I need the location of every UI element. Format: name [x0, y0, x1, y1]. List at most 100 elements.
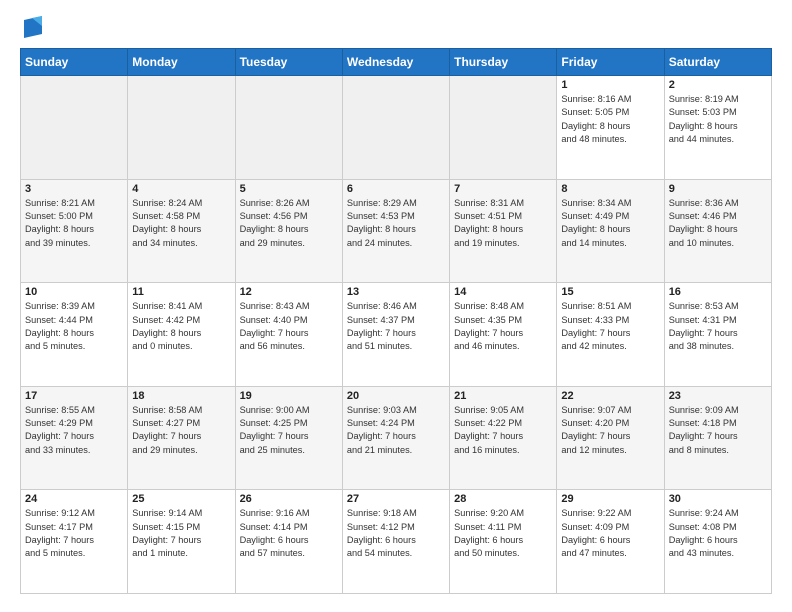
day-number: 19 — [240, 390, 338, 402]
calendar-cell: 6 Sunrise: 8:29 AMSunset: 4:53 PMDaylight… — [342, 179, 449, 283]
day-number: 26 — [240, 493, 338, 505]
calendar-header-row: SundayMondayTuesdayWednesdayThursdayFrid… — [21, 49, 772, 76]
day-number: 22 — [561, 390, 659, 402]
day-number: 17 — [25, 390, 123, 402]
day-number: 9 — [669, 183, 767, 195]
calendar-cell: 5 Sunrise: 8:26 AMSunset: 4:56 PMDaylight… — [235, 179, 342, 283]
col-header-monday: Monday — [128, 49, 235, 76]
day-info: Sunrise: 9:16 AMSunset: 4:14 PMDaylight:… — [240, 507, 338, 560]
day-info: Sunrise: 9:00 AMSunset: 4:25 PMDaylight:… — [240, 404, 338, 457]
calendar-cell: 29Sunrise: 9:22 AMSunset: 4:09 PMDayligh… — [557, 490, 664, 594]
day-number: 29 — [561, 493, 659, 505]
calendar-cell: 10 Sunrise: 8:39 AMSunset: 4:44 PMDayligh… — [21, 283, 128, 387]
page: SundayMondayTuesdayWednesdayThursdayFrid… — [0, 0, 792, 612]
col-header-wednesday: Wednesday — [342, 49, 449, 76]
day-info: Sunrise: 9:12 AMSunset: 4:17 PMDaylight:… — [25, 507, 123, 560]
calendar-cell: 22 Sunrise: 9:07 AMSunset: 4:20 PMDayligh… — [557, 386, 664, 490]
day-info: Sunrise: 8:19 AMSunset: 5:03 PMDaylight:… — [669, 93, 767, 146]
day-info: Sunrise: 8:31 AMSunset: 4:51 PMDaylight:… — [454, 197, 552, 250]
day-number: 11 — [132, 286, 230, 298]
day-number: 24 — [25, 493, 123, 505]
day-info: Sunrise: 8:34 AMSunset: 4:49 PMDaylight:… — [561, 197, 659, 250]
day-info: Sunrise: 8:51 AMSunset: 4:33 PMDaylight:… — [561, 300, 659, 353]
calendar-cell: 16 Sunrise: 8:53 AMSunset: 4:31 PMDayligh… — [664, 283, 771, 387]
day-info: Sunrise: 8:53 AMSunset: 4:31 PMDaylight:… — [669, 300, 767, 353]
week-row-4: 17 Sunrise: 8:55 AMSunset: 4:29 PMDayligh… — [21, 386, 772, 490]
day-info: Sunrise: 9:03 AMSunset: 4:24 PMDaylight:… — [347, 404, 445, 457]
calendar-cell: 18Sunrise: 8:58 AMSunset: 4:27 PMDayligh… — [128, 386, 235, 490]
day-number: 2 — [669, 79, 767, 91]
col-header-saturday: Saturday — [664, 49, 771, 76]
day-info: Sunrise: 8:48 AMSunset: 4:35 PMDaylight:… — [454, 300, 552, 353]
day-number: 1 — [561, 79, 659, 91]
calendar-cell: 30 Sunrise: 9:24 AMSunset: 4:08 PMDayligh… — [664, 490, 771, 594]
calendar-cell — [342, 76, 449, 180]
calendar-cell: 24 Sunrise: 9:12 AMSunset: 4:17 PMDayligh… — [21, 490, 128, 594]
calendar-cell: 20 Sunrise: 9:03 AMSunset: 4:24 PMDayligh… — [342, 386, 449, 490]
logo — [20, 16, 42, 38]
logo-icon — [24, 16, 42, 38]
week-row-2: 3 Sunrise: 8:21 AMSunset: 5:00 PMDaylight… — [21, 179, 772, 283]
col-header-thursday: Thursday — [450, 49, 557, 76]
day-number: 3 — [25, 183, 123, 195]
calendar-cell — [128, 76, 235, 180]
calendar-cell: 25 Sunrise: 9:14 AMSunset: 4:15 PMDayligh… — [128, 490, 235, 594]
day-number: 30 — [669, 493, 767, 505]
calendar-cell: 4 Sunrise: 8:24 AMSunset: 4:58 PMDaylight… — [128, 179, 235, 283]
day-info: Sunrise: 9:07 AMSunset: 4:20 PMDaylight:… — [561, 404, 659, 457]
day-number: 7 — [454, 183, 552, 195]
calendar-cell: 26 Sunrise: 9:16 AMSunset: 4:14 PMDayligh… — [235, 490, 342, 594]
col-header-tuesday: Tuesday — [235, 49, 342, 76]
calendar-cell: 3 Sunrise: 8:21 AMSunset: 5:00 PMDaylight… — [21, 179, 128, 283]
day-info: Sunrise: 9:09 AMSunset: 4:18 PMDaylight:… — [669, 404, 767, 457]
day-number: 18 — [132, 390, 230, 402]
day-info: Sunrise: 8:39 AMSunset: 4:44 PMDaylight:… — [25, 300, 123, 353]
day-number: 27 — [347, 493, 445, 505]
day-number: 5 — [240, 183, 338, 195]
day-info: Sunrise: 8:21 AMSunset: 5:00 PMDaylight:… — [25, 197, 123, 250]
week-row-3: 10 Sunrise: 8:39 AMSunset: 4:44 PMDayligh… — [21, 283, 772, 387]
day-number: 13 — [347, 286, 445, 298]
calendar-cell — [235, 76, 342, 180]
day-number: 4 — [132, 183, 230, 195]
day-info: Sunrise: 9:24 AMSunset: 4:08 PMDaylight:… — [669, 507, 767, 560]
calendar-cell: 28Sunrise: 9:20 AMSunset: 4:11 PMDayligh… — [450, 490, 557, 594]
day-info: Sunrise: 8:24 AMSunset: 4:58 PMDaylight:… — [132, 197, 230, 250]
day-number: 6 — [347, 183, 445, 195]
day-number: 14 — [454, 286, 552, 298]
day-number: 23 — [669, 390, 767, 402]
day-number: 8 — [561, 183, 659, 195]
day-number: 12 — [240, 286, 338, 298]
calendar-cell: 7 Sunrise: 8:31 AMSunset: 4:51 PMDaylight… — [450, 179, 557, 283]
day-info: Sunrise: 8:41 AMSunset: 4:42 PMDaylight:… — [132, 300, 230, 353]
calendar-cell: 13Sunrise: 8:46 AMSunset: 4:37 PMDayligh… — [342, 283, 449, 387]
day-number: 21 — [454, 390, 552, 402]
col-header-sunday: Sunday — [21, 49, 128, 76]
day-info: Sunrise: 8:36 AMSunset: 4:46 PMDaylight:… — [669, 197, 767, 250]
day-info: Sunrise: 8:26 AMSunset: 4:56 PMDaylight:… — [240, 197, 338, 250]
calendar-cell: 11 Sunrise: 8:41 AMSunset: 4:42 PMDayligh… — [128, 283, 235, 387]
day-info: Sunrise: 8:29 AMSunset: 4:53 PMDaylight:… — [347, 197, 445, 250]
calendar-cell: 15 Sunrise: 8:51 AMSunset: 4:33 PMDayligh… — [557, 283, 664, 387]
day-number: 15 — [561, 286, 659, 298]
col-header-friday: Friday — [557, 49, 664, 76]
calendar-cell: 1 Sunrise: 8:16 AMSunset: 5:05 PMDaylight… — [557, 76, 664, 180]
day-number: 10 — [25, 286, 123, 298]
day-number: 25 — [132, 493, 230, 505]
calendar-cell: 12Sunrise: 8:43 AMSunset: 4:40 PMDayligh… — [235, 283, 342, 387]
calendar-cell: 14 Sunrise: 8:48 AMSunset: 4:35 PMDayligh… — [450, 283, 557, 387]
week-row-5: 24 Sunrise: 9:12 AMSunset: 4:17 PMDayligh… — [21, 490, 772, 594]
calendar-cell: 21 Sunrise: 9:05 AMSunset: 4:22 PMDayligh… — [450, 386, 557, 490]
day-info: Sunrise: 8:55 AMSunset: 4:29 PMDaylight:… — [25, 404, 123, 457]
calendar-cell: 27Sunrise: 9:18 AMSunset: 4:12 PMDayligh… — [342, 490, 449, 594]
calendar-cell: 9 Sunrise: 8:36 AMSunset: 4:46 PMDaylight… — [664, 179, 771, 283]
day-number: 20 — [347, 390, 445, 402]
calendar-table: SundayMondayTuesdayWednesdayThursdayFrid… — [20, 48, 772, 594]
header — [20, 16, 772, 38]
calendar-cell — [21, 76, 128, 180]
day-info: Sunrise: 8:16 AMSunset: 5:05 PMDaylight:… — [561, 93, 659, 146]
day-number: 16 — [669, 286, 767, 298]
day-number: 28 — [454, 493, 552, 505]
day-info: Sunrise: 9:14 AMSunset: 4:15 PMDaylight:… — [132, 507, 230, 560]
day-info: Sunrise: 9:05 AMSunset: 4:22 PMDaylight:… — [454, 404, 552, 457]
